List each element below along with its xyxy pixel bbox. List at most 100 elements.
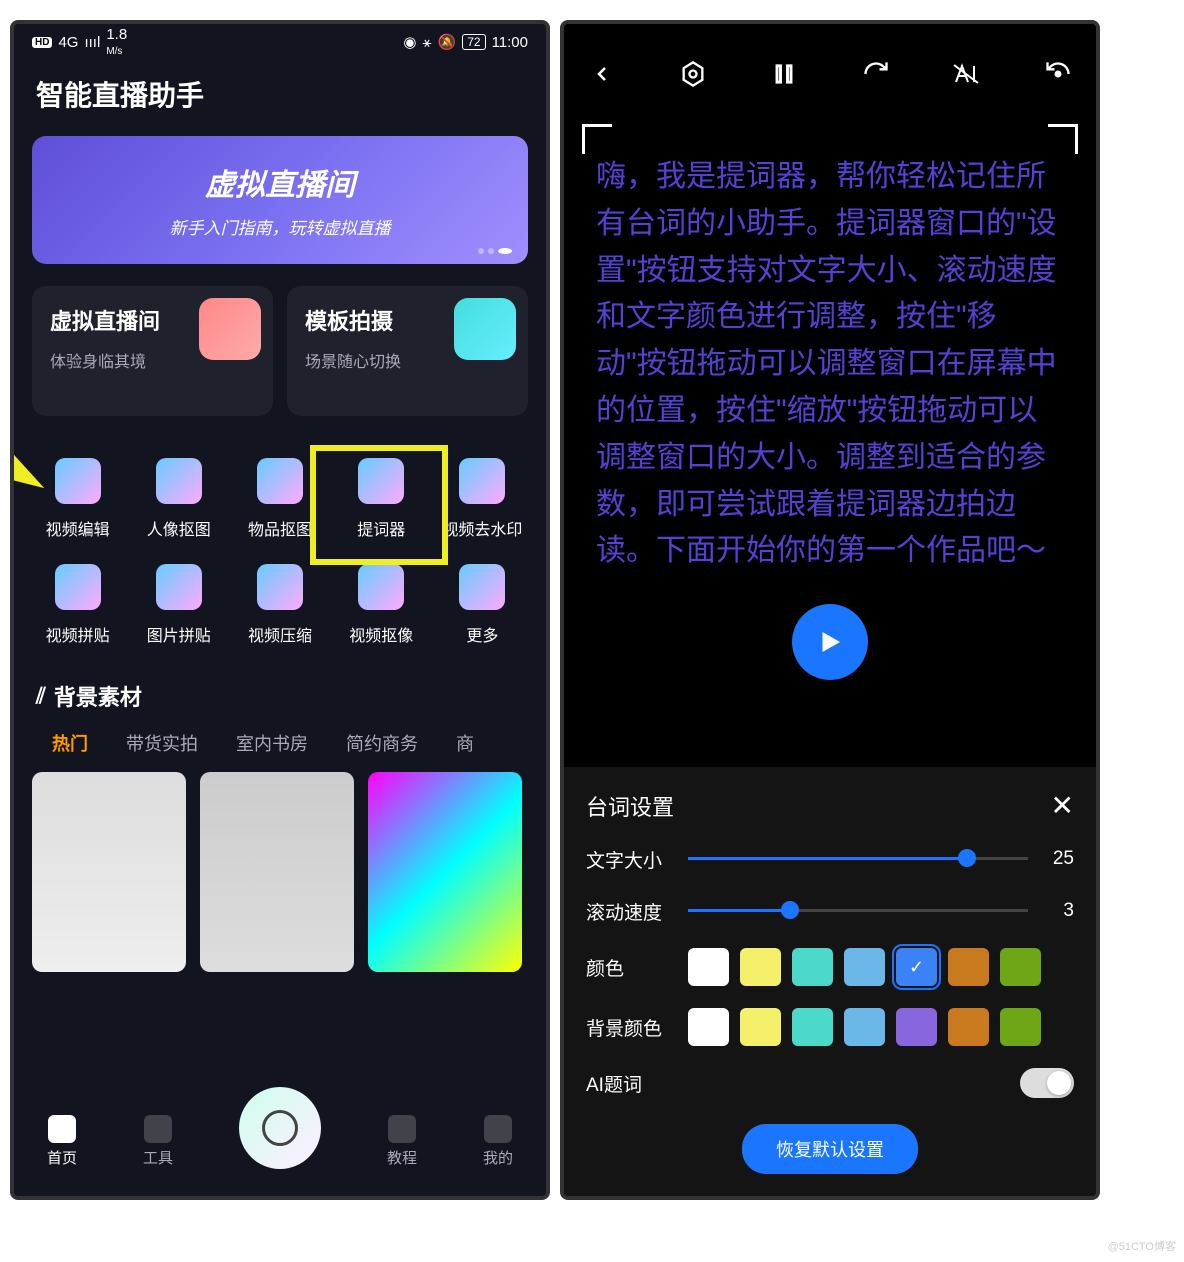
annotation-arrow — [10, 402, 64, 502]
card-template-shoot[interactable]: 模板拍摄 场景随心切换 — [287, 286, 528, 416]
compress-icon — [257, 564, 303, 610]
bluetooth-icon: ⚹ — [423, 34, 432, 51]
scroll-speed-label: 滚动速度 — [586, 898, 672, 925]
sheet-title: 台词设置 — [586, 790, 674, 822]
color-swatch[interactable] — [688, 1008, 729, 1046]
mute-icon: 🔕 — [438, 33, 457, 51]
settings-hex-icon[interactable] — [675, 56, 711, 92]
font-size-label: 文字大小 — [586, 846, 672, 873]
tab-shopping[interactable]: 带货实拍 — [126, 730, 198, 756]
tool-video-collage[interactable]: 视频拼贴 — [32, 564, 123, 646]
ai-toggle[interactable] — [1020, 1068, 1074, 1098]
tab-more[interactable]: 商 — [456, 730, 474, 756]
nav-home[interactable]: 首页 — [47, 1115, 77, 1168]
material-thumb[interactable] — [200, 772, 354, 972]
scroll-speed-slider[interactable] — [688, 896, 1028, 926]
crop-corner-icon — [582, 124, 612, 154]
camera-icon — [454, 298, 516, 360]
color-swatch[interactable] — [948, 1008, 989, 1046]
plus-icon — [55, 564, 101, 610]
nav-tools[interactable]: 工具 — [143, 1115, 173, 1168]
tool-video-compress[interactable]: 视频压缩 — [234, 564, 325, 646]
teleprompter-window[interactable]: 嗨，我是提词器，帮你轻松记住所有台词的小助手。提词器窗口的"设置"按钮支持对文字… — [582, 124, 1078, 575]
color-swatch[interactable] — [688, 948, 729, 986]
banner-subtitle: 新手入门指南，玩转虚拟直播 — [54, 214, 506, 239]
pause-icon[interactable] — [766, 56, 802, 92]
cutout-icon — [358, 564, 404, 610]
battery-icon: 72 — [462, 34, 485, 50]
clock: 11:00 — [492, 34, 528, 51]
signal-icon: ıııl — [84, 34, 100, 51]
card-virtual-room[interactable]: 虚拟直播间 体验身临其境 — [32, 286, 273, 416]
tool-image-collage[interactable]: 图片拼贴 — [133, 564, 224, 646]
puzzle-icon — [156, 564, 202, 610]
color-swatch[interactable] — [844, 1008, 885, 1046]
tool-teleprompter[interactable]: 提词器 — [336, 458, 427, 540]
tool-more[interactable]: 更多 — [437, 564, 528, 646]
center-capture-button[interactable] — [239, 1087, 321, 1169]
hero-banner[interactable]: 虚拟直播间 新手入门指南，玩转虚拟直播 — [32, 136, 528, 264]
font-size-slider[interactable] — [688, 844, 1028, 874]
close-icon[interactable]: ✕ — [1051, 789, 1074, 822]
teleprompter-text: 嗨，我是提词器，帮你轻松记住所有台词的小助手。提词器窗口的"设置"按钮支持对文字… — [582, 124, 1078, 575]
shield-icon — [459, 458, 505, 504]
ai-off-icon[interactable] — [949, 56, 985, 92]
tab-hot[interactable]: 热门 — [52, 730, 88, 756]
note-icon — [358, 458, 404, 504]
color-swatch[interactable] — [948, 948, 989, 986]
color-swatch[interactable] — [740, 948, 781, 986]
phone-screen-left: HD 4G ıııl 1.8M/s ◉ ⚹ 🔕 72 11:00 智能直播助手 … — [10, 20, 550, 1200]
tools-icon — [144, 1115, 172, 1143]
nav-tutorial[interactable]: 教程 — [387, 1115, 417, 1168]
tool-object-cutout[interactable]: 物品抠图 — [234, 458, 325, 540]
color-swatch[interactable] — [844, 948, 885, 986]
capture-icon — [262, 1110, 298, 1146]
play-icon — [815, 627, 845, 657]
person-icon — [156, 458, 202, 504]
reset-icon[interactable] — [1040, 56, 1076, 92]
pagination-dots — [478, 248, 512, 254]
bg-color-swatches — [688, 1008, 1074, 1046]
crop-corner-icon — [1048, 124, 1078, 154]
material-thumb[interactable] — [32, 772, 186, 972]
font-size-value: 25 — [1044, 848, 1074, 870]
text-color-swatches: ✓ — [688, 948, 1074, 986]
color-swatch[interactable] — [1000, 948, 1041, 986]
tab-business[interactable]: 简约商务 — [346, 730, 418, 756]
stripes-icon: ⫽ — [36, 683, 46, 709]
material-tabs: 热门 带货实拍 室内书房 简约商务 商 — [14, 722, 546, 772]
settings-sheet: 台词设置 ✕ 文字大小 25 滚动速度 3 颜色 ✓ 背景颜色 AI题词 — [564, 767, 1096, 1196]
network-icon: 4G — [58, 34, 78, 51]
bookmark-icon — [388, 1115, 416, 1143]
color-swatch[interactable] — [792, 948, 833, 986]
home-icon — [48, 1115, 76, 1143]
eye-icon: ◉ — [403, 33, 416, 51]
bag-icon — [257, 458, 303, 504]
tool-watermark-remove[interactable]: 视频去水印 — [437, 458, 528, 540]
material-thumb[interactable] — [368, 772, 522, 972]
bg-color-label: 背景颜色 — [586, 1014, 672, 1041]
color-swatch[interactable] — [896, 1008, 937, 1046]
color-swatch[interactable] — [740, 1008, 781, 1046]
page-title: 智能直播助手 — [14, 60, 546, 128]
teleprompter-toolbar — [564, 24, 1096, 124]
rotate-icon[interactable] — [858, 56, 894, 92]
nav-profile[interactable]: 我的 — [483, 1115, 513, 1168]
color-swatch[interactable]: ✓ — [896, 948, 937, 986]
tool-video-cutout[interactable]: 视频抠像 — [336, 564, 427, 646]
back-icon[interactable] — [584, 56, 620, 92]
play-button[interactable] — [792, 604, 868, 680]
color-swatch[interactable] — [1000, 1008, 1041, 1046]
tools-grid: 视频编辑 人像抠图 物品抠图 提词器 视频去水印 视频拼贴 图片拼贴 视频压缩 … — [14, 430, 546, 656]
tool-portrait-cutout[interactable]: 人像抠图 — [133, 458, 224, 540]
reset-defaults-button[interactable]: 恢复默认设置 — [742, 1124, 918, 1174]
watermark: @51CTO博客 — [1108, 1238, 1176, 1254]
user-icon — [484, 1115, 512, 1143]
section-header: ⫽ 背景素材 — [14, 656, 546, 722]
ai-prompt-label: AI题词 — [586, 1070, 672, 1097]
tab-study[interactable]: 室内书房 — [236, 730, 308, 756]
color-swatch[interactable] — [792, 1008, 833, 1046]
robot-icon — [199, 298, 261, 360]
bottom-nav: 首页 工具 教程 我的 — [14, 1086, 546, 1196]
status-bar: HD 4G ıııl 1.8M/s ◉ ⚹ 🔕 72 11:00 — [14, 24, 546, 60]
